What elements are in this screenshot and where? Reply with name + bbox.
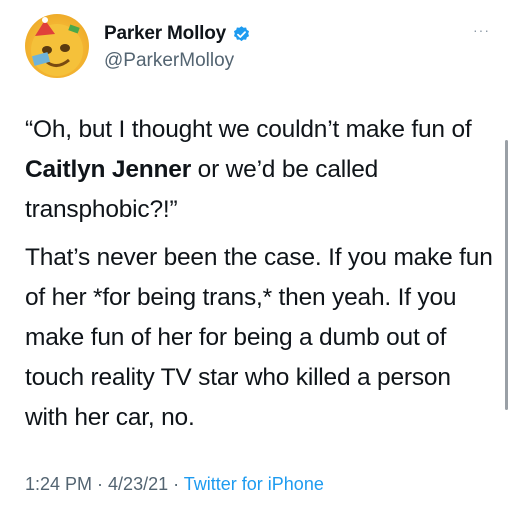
author-name-row[interactable]: Parker Molloy	[104, 23, 251, 45]
tweet-metadata: 1:24 PM · 4/23/21 · Twitter for iPhone	[25, 474, 324, 495]
scrollbar[interactable]	[505, 140, 508, 410]
tweet-time[interactable]: 1:24 PM	[25, 474, 92, 494]
mentioned-name: Caitlyn Jenner	[25, 156, 192, 183]
tweet-text-part: “Oh, but I thought we couldn’t make fun …	[25, 116, 472, 143]
separator: ·	[168, 474, 184, 494]
tweet-paragraph-1: “Oh, but I thought we couldn’t make fun …	[25, 110, 495, 230]
separator: ·	[92, 474, 109, 494]
tweet-paragraph-2: That’s never been the case. If you make …	[25, 244, 493, 431]
author-handle[interactable]: @ParkerMolloy	[104, 50, 234, 72]
more-options-icon[interactable]: ···	[473, 22, 490, 38]
tweet-card: Parker Molloy @ParkerMolloy ··· “Oh, but…	[0, 0, 512, 510]
tweet-date[interactable]: 4/23/21	[108, 474, 168, 494]
author-name[interactable]: Parker Molloy	[104, 23, 226, 45]
tweet-source-link[interactable]: Twitter for iPhone	[184, 474, 324, 494]
tweet-text: “Oh, but I thought we couldn’t make fun …	[25, 110, 495, 438]
avatar-image	[31, 17, 83, 76]
avatar[interactable]	[25, 14, 89, 78]
verified-badge-icon	[233, 25, 250, 41]
